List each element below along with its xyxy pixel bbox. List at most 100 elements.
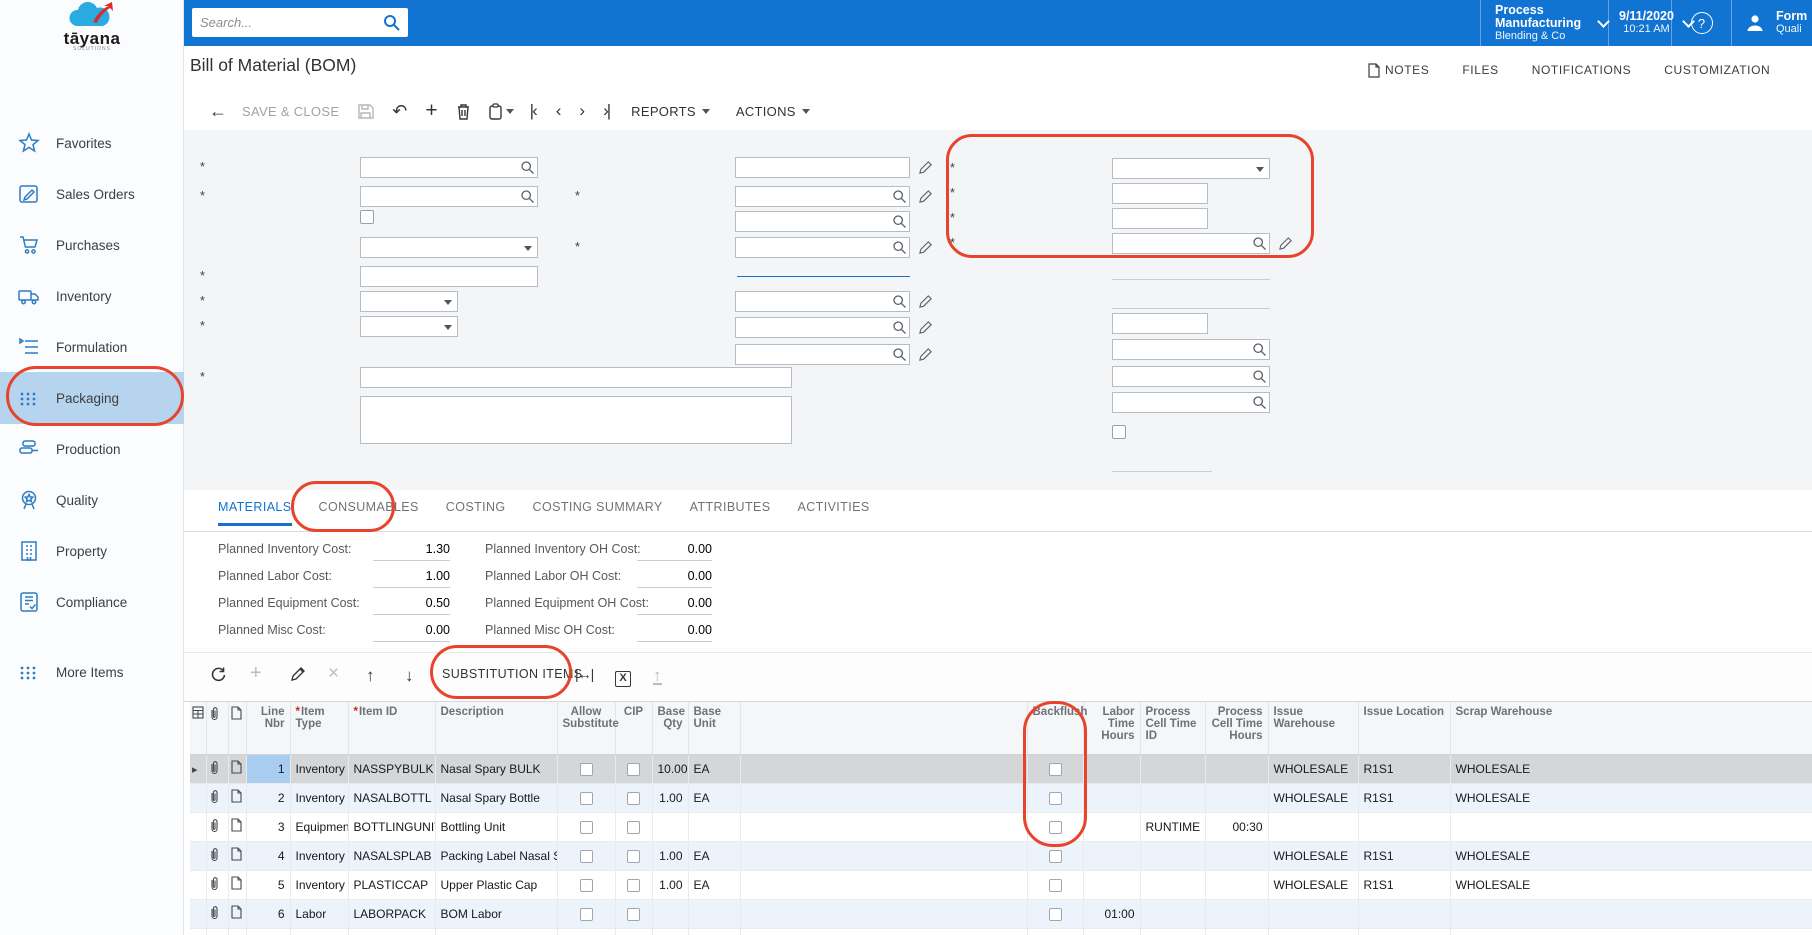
edit-pencil-icon[interactable]: [918, 240, 933, 255]
column-header-allow-substitute[interactable]: Allow Substitute: [557, 702, 615, 754]
formula-id-input[interactable]: [735, 186, 910, 207]
allow-substitute-checkbox[interactable]: [580, 821, 593, 834]
sidebar-item-packaging[interactable]: Packaging: [0, 372, 184, 424]
sidebar-item-favorites[interactable]: Favorites: [0, 117, 184, 169]
fill-unit-input[interactable]: [1112, 233, 1270, 254]
paperclip-icon[interactable]: [209, 876, 220, 891]
allow-substitute-checkbox[interactable]: [580, 908, 593, 921]
search-icon[interactable]: [383, 14, 400, 31]
description-input[interactable]: [360, 367, 792, 388]
edit-pencil-icon[interactable]: [918, 347, 933, 362]
column-header-issue-warehouse[interactable]: Issue Warehouse: [1268, 702, 1358, 754]
cip-checkbox[interactable]: [627, 763, 640, 776]
column-header-issue-location[interactable]: Issue Location: [1358, 702, 1450, 754]
company-selector[interactable]: Process Manufacturing Blending & Co: [1480, 0, 1608, 46]
cip-checkbox[interactable]: [627, 908, 640, 921]
cell-cip[interactable]: [615, 754, 652, 783]
backflush-checkbox[interactable]: [1049, 821, 1062, 834]
actions-menu[interactable]: ACTIONS: [736, 104, 810, 119]
receipt-location-input[interactable]: [735, 344, 910, 365]
note-icon[interactable]: [231, 706, 242, 720]
first-record-button[interactable]: |‹: [530, 101, 536, 121]
sidebar-item-production[interactable]: Production: [0, 423, 184, 475]
backflush-checkbox[interactable]: [1049, 792, 1062, 805]
backflush-checkbox[interactable]: [1049, 763, 1062, 776]
allow-component-addition-checkbox[interactable]: [1112, 425, 1126, 439]
refresh-button[interactable]: [210, 666, 227, 683]
column-header-base-unit[interactable]: Base Unit: [688, 702, 740, 754]
edit-pencil-icon[interactable]: [918, 294, 933, 309]
status-dropdown[interactable]: [360, 237, 538, 258]
product-manager-input[interactable]: [1112, 339, 1270, 360]
allow-substitute-checkbox[interactable]: [580, 792, 593, 805]
export-to-excel-icon[interactable]: X: [615, 666, 631, 687]
eff-start-date-input[interactable]: [360, 291, 458, 312]
lookup-magnifier-icon[interactable]: [892, 214, 907, 229]
note-icon[interactable]: [231, 905, 242, 919]
cip-checkbox[interactable]: [627, 821, 640, 834]
delete-record-button[interactable]: [456, 103, 471, 120]
cell-allow-substitute[interactable]: [557, 870, 615, 899]
paperclip-icon[interactable]: [209, 789, 220, 804]
lookup-magnifier-icon[interactable]: [520, 160, 535, 175]
cip-checkbox[interactable]: [627, 792, 640, 805]
cell-backflush[interactable]: [1027, 783, 1083, 812]
edit-pencil-icon[interactable]: [918, 160, 933, 175]
column-header-line-nbr[interactable]: Line Nbr: [246, 702, 290, 754]
copy-paste-button[interactable]: [489, 103, 514, 120]
lookup-magnifier-icon[interactable]: [1252, 369, 1267, 384]
edit-pencil-icon[interactable]: [918, 240, 933, 255]
cell-allow-substitute[interactable]: [557, 841, 615, 870]
column-header-cip[interactable]: CIP: [615, 702, 652, 754]
allow-substitute-checkbox[interactable]: [580, 879, 593, 892]
notes-textarea[interactable]: [360, 396, 792, 444]
paperclip-icon[interactable]: [209, 818, 220, 833]
fit-to-screen-icon[interactable]: |↔|: [575, 666, 593, 682]
tab-costing[interactable]: COSTING: [446, 500, 506, 526]
save-icon[interactable]: [357, 103, 374, 120]
grid-settings-icon[interactable]: [192, 706, 204, 719]
backflush-checkbox[interactable]: [1049, 879, 1062, 892]
batch-size-input[interactable]: [1112, 183, 1208, 204]
lookup-magnifier-icon[interactable]: [1252, 395, 1267, 410]
paperclip-icon[interactable]: [209, 905, 220, 920]
inventory-id-input[interactable]: [735, 157, 910, 178]
process-loss-factor-input[interactable]: [1112, 313, 1208, 334]
product-workgroup-input[interactable]: [1112, 366, 1270, 387]
column-header-scrap-warehouse[interactable]: Scrap Warehouse: [1450, 702, 1812, 754]
bom-class-input[interactable]: [735, 237, 910, 258]
note-icon[interactable]: [231, 760, 242, 774]
move-row-down-button[interactable]: ↓: [405, 666, 414, 686]
dropdown-caret-icon[interactable]: [524, 246, 532, 251]
cell-cip[interactable]: [615, 783, 652, 812]
reports-menu[interactable]: REPORTS: [631, 104, 710, 119]
sidebar-item-quality[interactable]: Quality: [0, 474, 184, 526]
assembly-type-dropdown[interactable]: [1112, 158, 1270, 179]
cell-cip[interactable]: [615, 841, 652, 870]
lookup-magnifier-icon[interactable]: [1252, 236, 1267, 251]
eff-end-date-input[interactable]: [360, 316, 458, 337]
sidebar-item-formulation[interactable]: Formulation: [0, 321, 184, 373]
paperclip-icon[interactable]: [209, 706, 220, 721]
sidebar-item-purchases[interactable]: Purchases: [0, 219, 184, 271]
cell-allow-substitute[interactable]: [557, 783, 615, 812]
note-icon[interactable]: [231, 876, 242, 890]
grid-row-1[interactable]: ▸1InventoryNASSPYBULKNasal Spary BULK10.…: [190, 754, 1812, 783]
dropdown-caret-icon[interactable]: [444, 300, 452, 305]
sidebar-item-more-items[interactable]: More Items: [0, 646, 184, 698]
column-header-description[interactable]: Description: [435, 702, 557, 754]
save-and-close-button[interactable]: SAVE & CLOSE: [242, 104, 339, 119]
edit-pencil-icon[interactable]: [918, 160, 933, 175]
search-input[interactable]: Search...: [192, 8, 408, 37]
note-icon[interactable]: [231, 789, 242, 803]
grid-row-2[interactable]: ▸2InventoryNASALBOTTLNasal Spary Bottle1…: [190, 783, 1812, 812]
edit-pencil-icon[interactable]: [918, 347, 933, 362]
user-menu[interactable]: Form Quali: [1731, 0, 1812, 46]
cell-allow-substitute[interactable]: [557, 754, 615, 783]
last-record-button[interactable]: ›|: [603, 101, 609, 121]
cell-cip[interactable]: [615, 899, 652, 928]
lookup-magnifier-icon[interactable]: [1252, 342, 1267, 357]
sidebar-item-sales-orders[interactable]: Sales Orders: [0, 168, 184, 220]
tab-materials[interactable]: MATERIALS: [218, 500, 292, 526]
previous-record-button[interactable]: ‹: [556, 101, 560, 121]
